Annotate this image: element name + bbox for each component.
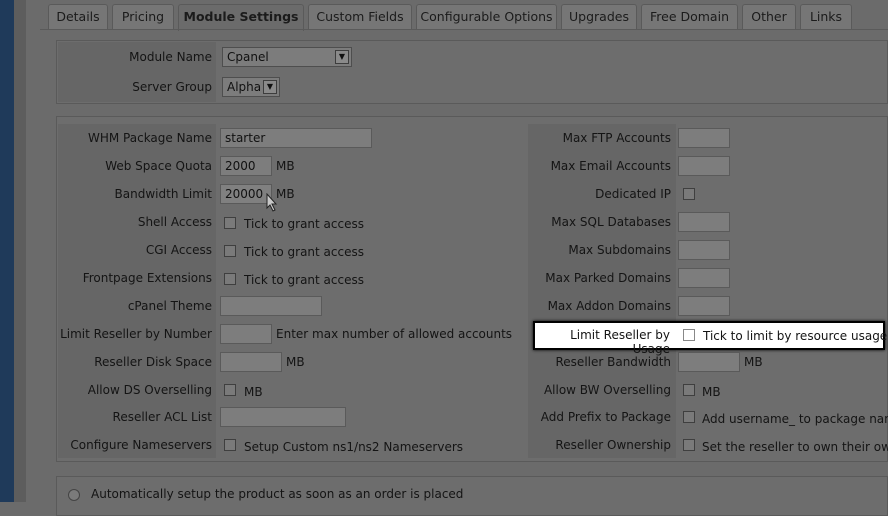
bw-overselling-checkbox[interactable] (683, 384, 695, 396)
tab-pricing[interactable]: Pricing (112, 4, 174, 30)
reseller-ownership-text: Set the reseller to own their own (702, 440, 888, 454)
tab-custom-fields[interactable]: Custom Fields (308, 4, 412, 30)
whm-package-label: WHM Package Name (87, 131, 212, 145)
nameservers-label: Configure Nameservers (70, 438, 212, 452)
max-parked-input[interactable] (678, 268, 730, 288)
server-group-value: Alpha (227, 80, 262, 94)
reseller-acl-label: Reseller ACL List (112, 410, 212, 424)
tab-details[interactable]: Details (48, 4, 108, 30)
frontpage-text: Tick to grant access (244, 273, 364, 287)
server-group-select[interactable]: Alpha ▼ (222, 77, 280, 97)
reseller-ownership-checkbox[interactable] (683, 439, 695, 451)
left-label-column (58, 124, 216, 458)
reseller-bandwidth-unit: MB (744, 355, 763, 369)
tab-free-domain[interactable]: Free Domain (641, 4, 738, 30)
cpanel-theme-label: cPanel Theme (127, 299, 212, 313)
bw-overselling-unit: MB (702, 385, 721, 399)
window-left-gutter (14, 0, 26, 502)
chevron-down-icon: ▼ (335, 50, 349, 64)
bandwidth-unit: MB (276, 187, 295, 201)
max-email-label: Max Email Accounts (550, 159, 671, 173)
tab-module-settings[interactable]: Module Settings (178, 4, 304, 31)
reseller-ownership-label: Reseller Ownership (555, 438, 671, 452)
reseller-disk-unit: MB (286, 355, 305, 369)
module-name-value: Cpanel (227, 50, 269, 64)
auto-setup-radio[interactable] (68, 489, 80, 501)
max-addon-input[interactable] (678, 296, 730, 316)
tabs-underline (40, 29, 888, 30)
max-ftp-label: Max FTP Accounts (562, 131, 671, 145)
reseller-acl-input[interactable] (220, 407, 346, 427)
bw-overselling-label: Allow BW Overselling (543, 383, 671, 397)
add-prefix-text: Add username_ to package name (702, 412, 888, 426)
ds-overselling-label: Allow DS Overselling (87, 383, 212, 397)
max-sql-input[interactable] (678, 212, 730, 232)
reseller-disk-label: Reseller Disk Space (94, 355, 212, 369)
auto-setup-text: Automatically setup the product as soon … (91, 487, 464, 501)
max-subdomains-input[interactable] (678, 240, 730, 260)
cpanel-theme-input[interactable] (220, 296, 322, 316)
tab-other[interactable]: Other (742, 4, 796, 30)
dedicated-ip-label: Dedicated IP (595, 187, 671, 201)
max-email-input[interactable] (678, 156, 730, 176)
web-space-unit: MB (276, 159, 295, 173)
right-label-column (528, 124, 676, 458)
max-addon-label: Max Addon Domains (547, 299, 671, 313)
cgi-access-label: CGI Access (145, 243, 212, 257)
window-left-border (0, 0, 14, 502)
frontpage-label: Frontpage Extensions (82, 271, 212, 285)
whm-package-input[interactable]: starter (220, 128, 372, 148)
tab-configurable-options[interactable]: Configurable Options (416, 4, 557, 30)
limit-reseller-usage-label: Limit Reseller by Usage (570, 328, 670, 356)
limit-reseller-number-label: Limit Reseller by Number (60, 327, 212, 341)
shell-access-label: Shell Access (137, 215, 212, 229)
bandwidth-label: Bandwidth Limit (114, 187, 212, 201)
reseller-bandwidth-input[interactable] (678, 352, 740, 372)
tab-upgrades[interactable]: Upgrades (561, 4, 637, 30)
add-prefix-label: Add Prefix to Package (540, 410, 671, 424)
max-subdomains-label: Max Subdomains (568, 243, 671, 257)
chevron-down-icon: ▼ (263, 80, 277, 94)
shell-access-checkbox[interactable] (224, 217, 236, 229)
ds-overselling-checkbox[interactable] (224, 384, 236, 396)
web-space-label: Web Space Quota (105, 159, 212, 173)
module-name-select[interactable]: Cpanel ▼ (222, 47, 352, 67)
module-name-label: Module Name (129, 50, 212, 64)
frontpage-checkbox[interactable] (224, 273, 236, 285)
ds-overselling-unit: MB (244, 385, 263, 399)
server-group-label: Server Group (132, 80, 212, 94)
limit-reseller-number-input[interactable] (220, 324, 272, 344)
mouse-cursor-icon (266, 193, 278, 212)
dedicated-ip-checkbox[interactable] (683, 188, 695, 200)
nameservers-checkbox[interactable] (224, 439, 236, 451)
max-parked-label: Max Parked Domains (545, 271, 671, 285)
max-sql-label: Max SQL Databases (551, 215, 671, 229)
web-space-input[interactable]: 2000 (220, 156, 272, 176)
nameservers-text: Setup Custom ns1/ns2 Nameservers (244, 440, 464, 454)
limit-reseller-usage-checkbox[interactable] (683, 329, 695, 341)
add-prefix-checkbox[interactable] (683, 411, 695, 423)
tab-links[interactable]: Links (800, 4, 852, 30)
limit-reseller-usage-text: Tick to limit by resource usage (703, 329, 888, 343)
cgi-access-text: Tick to grant access (244, 245, 364, 259)
reseller-disk-input[interactable] (220, 352, 282, 372)
reseller-bandwidth-label: Reseller Bandwidth (555, 355, 672, 369)
bandwidth-input[interactable]: 20000 (220, 184, 272, 204)
max-ftp-input[interactable] (678, 128, 730, 148)
shell-access-text: Tick to grant access (244, 217, 364, 231)
limit-reseller-number-text: Enter max number of allowed accounts (276, 327, 513, 341)
cgi-access-checkbox[interactable] (224, 245, 236, 257)
